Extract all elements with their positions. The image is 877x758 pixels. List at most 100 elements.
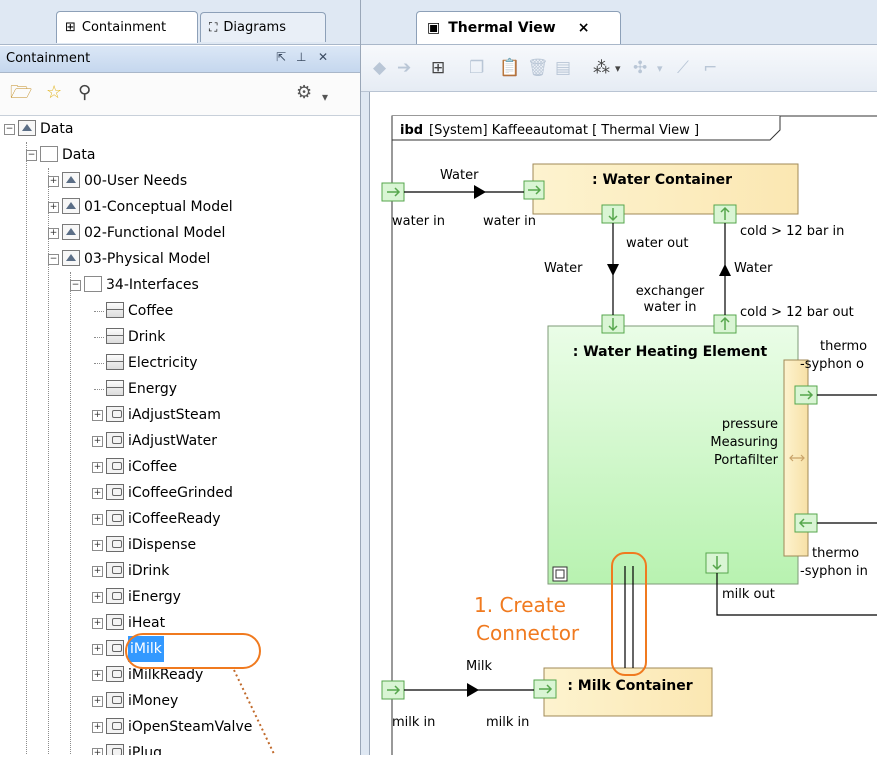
close-icon[interactable]: ✕ [318,50,328,64]
expand-icon[interactable]: + [92,540,103,551]
tree-item-label: Data [62,147,96,163]
tree-item[interactable]: + iCoffeeReady [0,506,360,532]
tab-containment[interactable]: ⊞ Containment [56,11,198,43]
tree-item[interactable]: Energy [0,376,360,402]
label-thermo-bot-2: -syphon in [800,564,868,579]
expand-icon[interactable]: + [92,410,103,421]
label-water-flow: Water [440,168,479,183]
expand-icon[interactable]: + [92,488,103,499]
expand-icon[interactable]: + [92,436,103,447]
search-icon[interactable]: ⚲ [78,83,91,103]
line-icon[interactable]: ⟋ [677,58,689,78]
label-thermo-top-2: -syphon o [800,357,864,372]
expand-icon[interactable]: + [92,696,103,707]
tab-thermal-view[interactable]: ▣ Thermal View × [416,11,621,44]
tree-item[interactable]: − 34-Interfaces [0,272,360,298]
tree-item[interactable]: +01-Conceptual Model [0,194,360,220]
chevron-down-icon[interactable]: ▾ [322,87,328,107]
back-arrow-icon[interactable]: ◆ [373,58,386,78]
delete-model-icon[interactable]: ▤ [555,58,571,78]
label-water-up: Water [734,261,773,276]
tree-item[interactable]: + iDrink [0,558,360,584]
tree-item[interactable]: − Data [0,116,360,142]
expand-icon[interactable]: + [92,748,103,755]
collapse-icon[interactable]: − [4,124,15,135]
tree-item[interactable]: +00-User Needs [0,168,360,194]
tab-diagrams[interactable]: ⛶ Diagrams [200,12,326,42]
forward-arrow-icon[interactable]: ➔ [397,58,411,78]
star-icon[interactable]: ☆ [46,83,62,103]
diagram-canvas[interactable]: ibd [System] Kaffeeautomat [ Thermal Vie… [369,92,877,758]
gear-icon[interactable]: ⚙ [296,83,312,103]
collapse-icon[interactable]: − [26,150,37,161]
pane-title: Containment [6,51,91,66]
tree-item[interactable]: Coffee [0,298,360,324]
tree-item[interactable]: + iMoney [0,688,360,714]
block-icon [106,328,124,344]
expand-icon[interactable]: + [92,722,103,733]
delete-icon[interactable]: 🗑 [527,58,549,78]
interface-icon [106,666,124,682]
label-milk-in-right: milk in [486,715,529,730]
tree-item[interactable]: − Data [0,142,360,168]
tree-item[interactable]: + iDispense [0,532,360,558]
expand-icon[interactable]: + [48,228,59,239]
pane-header: Containment ⇱ ⊥ ✕ [0,46,360,73]
containment-panel: ⊞ Containment ⛶ Diagrams Containment ⇱ ⊥… [0,0,361,755]
tree-item[interactable]: + iCoffeeGrinded [0,480,360,506]
tree-item[interactable]: − 03-Physical Model [0,246,360,272]
package-icon [62,198,80,214]
expand-icon[interactable]: + [92,644,103,655]
tree-item[interactable]: + iPlug [0,740,360,755]
path-dropdown-icon[interactable]: ▾ [657,62,663,75]
expand-icon[interactable]: + [92,592,103,603]
expand-icon[interactable]: + [92,462,103,473]
collapse-icon[interactable]: − [70,280,81,291]
package-icon [62,250,80,266]
bracket-icon[interactable]: ⌐ [703,58,717,78]
expand-icon[interactable]: + [48,176,59,187]
tree-item-label: 01-Conceptual Model [84,199,233,215]
expand-icon[interactable]: + [48,202,59,213]
tree-item-label: Electricity [128,355,198,371]
expand-icon[interactable]: + [92,514,103,525]
paste-icon[interactable]: 📋 [499,58,520,78]
tree-item[interactable]: + iAdjustWater [0,428,360,454]
flow-arrow-water [474,185,486,199]
tree-item[interactable]: + iEnergy [0,584,360,610]
copy-icon[interactable]: ❐ [469,58,484,78]
pin-icon[interactable]: ⊥ [296,50,306,64]
tree-item[interactable]: + iCoffee [0,454,360,480]
expand-icon[interactable]: + [92,618,103,629]
tree-item-label: 00-User Needs [84,173,188,189]
tree-item[interactable]: + iAdjustSteam [0,402,360,428]
tree-connector [94,389,104,390]
tree-item[interactable]: +02-Functional Model [0,220,360,246]
layout-dropdown-icon[interactable]: ▾ [615,62,621,75]
interface-icon [106,458,124,474]
restore-icon[interactable]: ⇱ [276,50,286,64]
tree-item-label: 02-Functional Model [84,225,226,241]
diagram-toolbar: ◆ ➔ ⊞ ❐ 📋 🗑 ▤ ⁂ ▾ ✣ ▾ ⟋ ⌐ [361,45,877,92]
tree-item-label: iCoffeeReady [128,511,221,527]
expand-icon[interactable]: + [92,670,103,681]
select-in-tree-icon[interactable]: ⊞ [431,58,445,78]
tree-item[interactable]: Drink [0,324,360,350]
water-heating-element-label: : Water Heating Element [573,344,768,360]
open-folder-icon[interactable]: 🗁 [10,83,32,103]
close-tab-icon[interactable]: × [578,20,590,36]
folder-icon [84,276,102,292]
path-style-icon[interactable]: ✣ [633,58,647,78]
layout-icon[interactable]: ⁂ [593,58,610,78]
tab-diagrams-label: Diagrams [223,20,286,35]
collapse-icon[interactable]: − [48,254,59,265]
label-pressure-3: Portafilter [714,453,779,468]
tree-item-label: iDrink [128,563,170,579]
tree-item-label: Data [40,121,74,137]
tree-item[interactable]: Electricity [0,350,360,376]
expand-icon[interactable]: + [92,566,103,577]
interface-icon [106,536,124,552]
tree-item-label: iAdjustWater [128,433,218,449]
water-container-label: : Water Container [592,172,732,188]
tree-item[interactable]: + iOpenSteamValve [0,714,360,740]
